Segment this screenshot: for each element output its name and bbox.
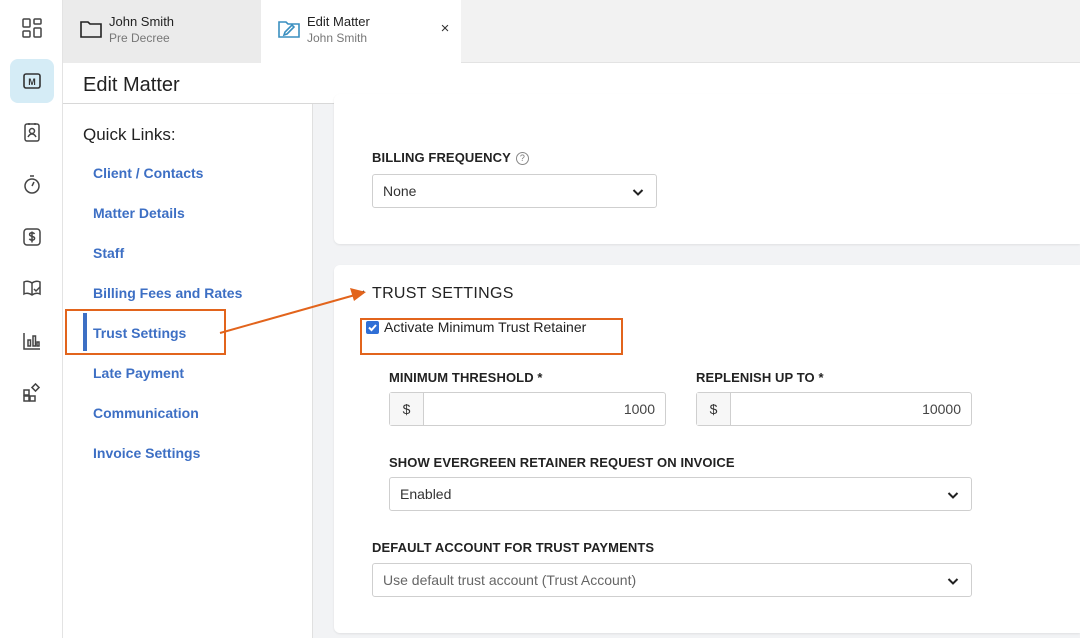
chevron-down-icon[interactable] bbox=[354, 287, 366, 299]
min-threshold-label: MINIMUM THRESHOLD * bbox=[389, 370, 543, 385]
evergreen-label: SHOW EVERGREEN RETAINER REQUEST ON INVOI… bbox=[389, 455, 735, 470]
folder-icon bbox=[80, 21, 102, 38]
replenish-value[interactable]: 10000 bbox=[731, 393, 971, 425]
page-title: Edit Matter bbox=[83, 74, 180, 96]
trust-settings-link-highlight bbox=[65, 309, 226, 355]
billing-frequency-label: BILLING FREQUENCY? bbox=[372, 150, 529, 165]
library-icon[interactable] bbox=[10, 266, 54, 310]
tab-subtitle: Pre Decree bbox=[109, 31, 170, 45]
tab-subtitle: John Smith bbox=[307, 31, 368, 45]
replenish-label: REPLENISH UP TO * bbox=[696, 370, 824, 385]
contacts-icon[interactable] bbox=[10, 110, 54, 154]
min-threshold-input[interactable]: $ 1000 bbox=[389, 392, 666, 426]
quick-link-matter-details[interactable]: Matter Details bbox=[93, 205, 185, 221]
billing-frequency-select[interactable]: None bbox=[372, 174, 657, 208]
matters-icon[interactable]: M bbox=[10, 59, 54, 103]
evergreen-select[interactable]: Enabled bbox=[389, 477, 972, 511]
default-account-label: DEFAULT ACCOUNT FOR TRUST PAYMENTS bbox=[372, 540, 655, 555]
quick-links-panel: Quick Links: Client / Contacts Matter De… bbox=[63, 104, 313, 638]
timer-icon[interactable] bbox=[10, 163, 54, 207]
left-rail: M bbox=[0, 0, 63, 638]
tab-title: Edit Matter bbox=[307, 14, 370, 29]
svg-text:M: M bbox=[28, 77, 36, 87]
close-icon[interactable]: × bbox=[437, 20, 453, 37]
chevron-down-icon bbox=[947, 578, 959, 585]
activate-checkbox-highlight bbox=[360, 318, 623, 355]
dashboard-icon[interactable] bbox=[10, 6, 54, 50]
default-account-value: Use default trust account (Trust Account… bbox=[383, 572, 637, 588]
replenish-input[interactable]: $ 10000 bbox=[696, 392, 972, 426]
help-icon[interactable]: ? bbox=[515, 152, 529, 165]
chevron-down-icon bbox=[947, 492, 959, 499]
trust-settings-title: TRUST SETTINGS bbox=[372, 285, 514, 302]
billing-frequency-value: None bbox=[383, 183, 417, 199]
quick-link-communication[interactable]: Communication bbox=[93, 405, 199, 421]
evergreen-value: Enabled bbox=[400, 486, 452, 502]
quick-link-client-contacts[interactable]: Client / Contacts bbox=[93, 165, 203, 181]
billing-icon[interactable] bbox=[10, 215, 54, 259]
quick-link-billing-fees[interactable]: Billing Fees and Rates bbox=[93, 285, 242, 301]
chevron-down-icon bbox=[632, 189, 644, 196]
quick-link-invoice-settings[interactable]: Invoice Settings bbox=[93, 445, 200, 461]
quick-link-late-payment[interactable]: Late Payment bbox=[93, 365, 184, 381]
min-threshold-value[interactable]: 1000 bbox=[424, 393, 665, 425]
quick-link-staff[interactable]: Staff bbox=[93, 245, 124, 261]
billing-frequency-text: BILLING FREQUENCY bbox=[372, 150, 511, 165]
apps-icon[interactable] bbox=[10, 371, 54, 415]
reports-icon[interactable] bbox=[10, 319, 54, 363]
default-account-select[interactable]: Use default trust account (Trust Account… bbox=[372, 563, 972, 597]
billing-card: BILLING FREQUENCY? None bbox=[334, 94, 1080, 244]
tab-bar: John Smith Pre Decree Edit Matter John S… bbox=[63, 0, 1080, 64]
main-content: BILLING FREQUENCY? None TRUST SETTINGS A… bbox=[313, 94, 1080, 638]
folder-edit-icon bbox=[278, 21, 300, 38]
currency-prefix: $ bbox=[390, 393, 424, 425]
quick-links-title: Quick Links: bbox=[83, 125, 176, 144]
tab-title: John Smith bbox=[109, 14, 175, 29]
tab-edit-matter[interactable]: Edit Matter John Smith × bbox=[261, 0, 461, 64]
tab-john-smith[interactable]: John Smith Pre Decree bbox=[63, 0, 261, 63]
currency-prefix: $ bbox=[697, 393, 731, 425]
